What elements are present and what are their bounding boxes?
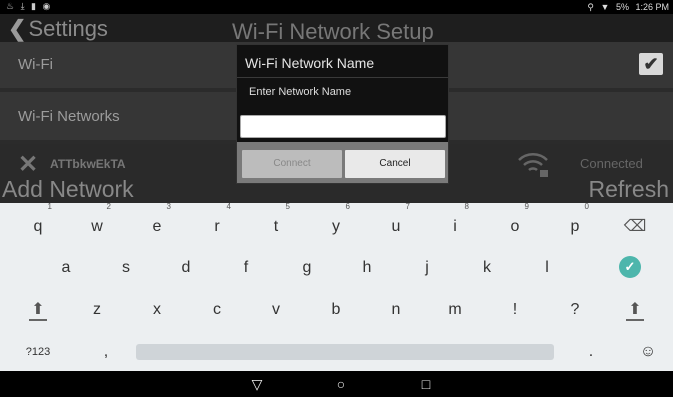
shift-key-left[interactable]: ⬆ bbox=[18, 290, 58, 330]
key-hint: 1 bbox=[47, 202, 52, 211]
key-b[interactable]: b bbox=[316, 290, 356, 330]
notification-icons: ♨ ⤓ ▮ ◉ bbox=[6, 1, 53, 11]
key-v[interactable]: v bbox=[256, 290, 296, 330]
key-e[interactable]: e3 bbox=[137, 202, 177, 247]
network-name-dialog: Wi-Fi Network Name Enter Network Name Co… bbox=[236, 44, 449, 184]
chevron-left-icon: ❮ bbox=[8, 16, 27, 41]
key-question[interactable]: ? bbox=[555, 290, 595, 330]
key-i[interactable]: i8 bbox=[435, 202, 475, 247]
key-hint: 8 bbox=[464, 202, 469, 211]
key-w[interactable]: w2 bbox=[77, 202, 117, 247]
back-button[interactable]: ❮Settings bbox=[8, 16, 108, 42]
key-d[interactable]: d bbox=[166, 248, 206, 288]
key-o[interactable]: o9 bbox=[495, 202, 535, 247]
key-label: o bbox=[510, 218, 520, 235]
backspace-icon: ⌫ bbox=[623, 218, 647, 235]
key-label: y bbox=[332, 218, 340, 235]
shift-icon: ⬆ bbox=[628, 301, 642, 318]
key-g[interactable]: g bbox=[287, 248, 327, 288]
key-hint: 3 bbox=[166, 202, 171, 211]
back-label: Settings bbox=[28, 16, 108, 41]
clock: 1:26 PM bbox=[635, 2, 669, 12]
soft-keyboard: q1 w2 e3 r4 t5 y6 u7 i8 o9 p0 ⌫ a s d f … bbox=[0, 202, 673, 372]
network-ssid: ATTbkwEkTA bbox=[50, 157, 126, 171]
divider bbox=[237, 77, 448, 78]
key-hint: 2 bbox=[106, 202, 111, 211]
key-r[interactable]: r4 bbox=[197, 202, 237, 247]
key-label: r bbox=[214, 218, 220, 235]
emoji-key[interactable]: ☺ bbox=[628, 332, 668, 372]
check-icon: ✔ bbox=[643, 54, 659, 74]
recents-nav-icon[interactable]: □ bbox=[415, 375, 437, 393]
key-hint: 5 bbox=[285, 202, 290, 211]
key-s[interactable]: s bbox=[106, 248, 146, 288]
key-label: w bbox=[91, 218, 103, 235]
key-y[interactable]: y6 bbox=[316, 202, 356, 247]
shift-icon: ⬆ bbox=[31, 301, 45, 318]
key-hint: 0 bbox=[584, 202, 589, 211]
key-label: t bbox=[273, 218, 279, 235]
key-l[interactable]: l bbox=[527, 248, 567, 288]
key-k[interactable]: k bbox=[467, 248, 507, 288]
connect-button[interactable]: Connect bbox=[242, 150, 342, 178]
navigation-bar: ▽ ○ □ bbox=[0, 371, 673, 397]
dialog-message: Enter Network Name bbox=[249, 86, 352, 98]
wifi-networks-label: Wi-Fi Networks bbox=[18, 108, 120, 125]
battery-level: 5% bbox=[615, 2, 629, 12]
key-label: e bbox=[152, 218, 162, 235]
key-u[interactable]: u7 bbox=[376, 202, 416, 247]
key-hint: 7 bbox=[405, 202, 410, 211]
key-label: i bbox=[453, 218, 457, 235]
shift-underline bbox=[626, 319, 644, 321]
key-p[interactable]: p0 bbox=[555, 202, 595, 247]
key-label: q bbox=[33, 218, 43, 235]
emoji-icon: ☺ bbox=[639, 343, 657, 360]
back-nav-icon[interactable]: ▽ bbox=[246, 375, 268, 393]
key-label: p bbox=[570, 218, 580, 235]
key-q[interactable]: q1 bbox=[18, 202, 58, 247]
refresh-button[interactable]: Refresh bbox=[588, 176, 669, 203]
home-nav-icon[interactable]: ○ bbox=[330, 375, 352, 393]
backspace-key[interactable]: ⌫ bbox=[615, 207, 655, 247]
key-hint: 9 bbox=[524, 202, 529, 211]
key-f[interactable]: f bbox=[226, 248, 266, 288]
shift-underline bbox=[29, 319, 47, 321]
key-z[interactable]: z bbox=[77, 290, 117, 330]
network-status: Connected bbox=[580, 156, 643, 171]
wifi-signal-lock-icon bbox=[518, 153, 548, 177]
dialog-title: Wi-Fi Network Name bbox=[245, 55, 375, 71]
key-hint: 4 bbox=[226, 202, 231, 211]
key-t[interactable]: t5 bbox=[256, 202, 296, 247]
space-bar[interactable] bbox=[136, 344, 554, 360]
status-bar: ♨ ⤓ ▮ ◉ ⚲ ▼ 5% 1:26 PM bbox=[0, 0, 673, 14]
key-c[interactable]: c bbox=[197, 290, 237, 330]
key-h[interactable]: h bbox=[347, 248, 387, 288]
enter-check-key[interactable]: ✓ bbox=[619, 256, 641, 278]
key-n[interactable]: n bbox=[376, 290, 416, 330]
wifi-status-icon: ▼ bbox=[600, 2, 610, 12]
key-x[interactable]: x bbox=[137, 290, 177, 330]
key-m[interactable]: m bbox=[435, 290, 475, 330]
symbols-key[interactable]: ?123 bbox=[18, 332, 58, 372]
status-right: ⚲ ▼ 5% 1:26 PM bbox=[583, 2, 669, 13]
key-j[interactable]: j bbox=[407, 248, 447, 288]
key-label: u bbox=[391, 218, 401, 235]
cancel-button[interactable]: Cancel bbox=[345, 150, 445, 178]
comma-key[interactable]: , bbox=[86, 332, 126, 372]
wifi-checkbox[interactable]: ✔ bbox=[639, 53, 663, 75]
shift-key-right[interactable]: ⬆ bbox=[615, 290, 655, 330]
dialog-buttons: Connect Cancel bbox=[237, 142, 448, 183]
forget-network-icon[interactable]: ✕ bbox=[18, 150, 38, 179]
top-bar: ❮Settings Wi-Fi Network Setup bbox=[0, 14, 673, 44]
network-name-input[interactable] bbox=[240, 115, 446, 138]
period-key[interactable]: . bbox=[571, 332, 611, 372]
key-hint: 6 bbox=[345, 202, 350, 211]
add-network-button[interactable]: Add Network bbox=[2, 176, 134, 203]
key-exclamation[interactable]: ! bbox=[495, 290, 535, 330]
wifi-label: Wi-Fi bbox=[18, 56, 53, 73]
location-icon: ⚲ bbox=[587, 2, 594, 12]
key-a[interactable]: a bbox=[46, 248, 86, 288]
